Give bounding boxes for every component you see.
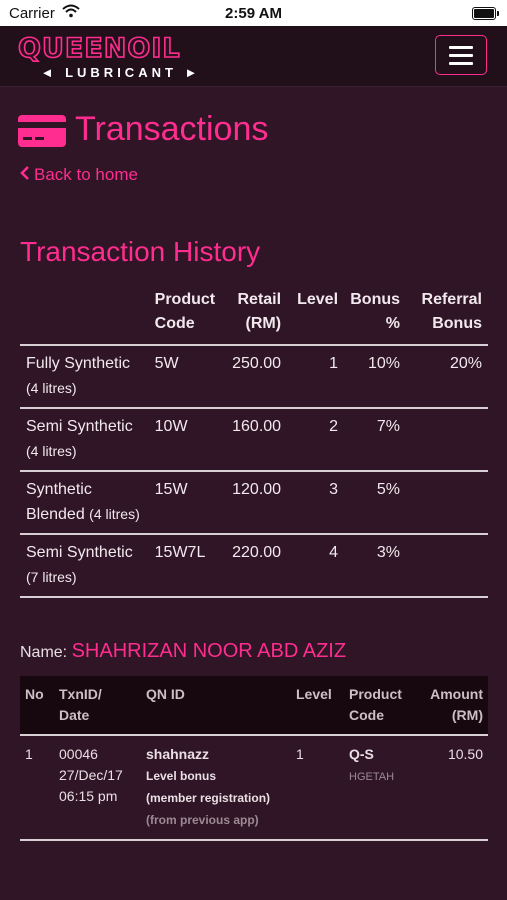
- product-code: 15W: [148, 471, 222, 535]
- product-name: Synthetic Blended (4 litres): [20, 471, 149, 535]
- retail-price: 220.00: [221, 534, 288, 598]
- chevron-left-icon: [20, 165, 30, 185]
- bonus: 5%: [344, 471, 407, 535]
- credit-card-icon: [18, 115, 66, 147]
- header-bonus: Bonus%: [344, 286, 407, 346]
- level: 1: [287, 345, 345, 409]
- status-bar: Carrier 2:59 AM: [0, 0, 507, 26]
- table-row: Semi Synthetic (7 litres) 15W7L 220.00 4 …: [20, 534, 488, 598]
- product-code: Q-S HGETAH: [344, 735, 416, 841]
- table-row: 1 00046 27/Dec/17 06:15 pm shahnazz Level b…: [20, 735, 488, 841]
- battery-icon: [472, 7, 499, 20]
- table-header-row: Product Code Retail (RM) Level Bonus% Refe…: [20, 286, 488, 346]
- member-name-value: SHAHRIZAN NOOR ABD AZIZ: [71, 640, 347, 662]
- menu-icon: [449, 54, 473, 57]
- menu-icon: [449, 46, 473, 49]
- transaction-history-table: Product Code Retail (RM) Level Bonus% Refe…: [20, 286, 488, 598]
- level: 2: [287, 408, 345, 472]
- header-product: [20, 286, 149, 346]
- level: 4: [287, 534, 345, 598]
- table-header-row: No TxnID/Date QN ID Level Product Code Am…: [20, 676, 488, 736]
- back-to-home-link[interactable]: Back to home: [20, 165, 138, 185]
- header-txn-id-date: TxnID/Date: [54, 676, 141, 736]
- referral-bonus: [406, 408, 488, 472]
- member-name-label: Name:: [20, 644, 68, 661]
- transaction-history-title: Transaction History: [20, 236, 261, 267]
- level: 3: [287, 471, 345, 535]
- header-product-code: Product Code: [344, 676, 416, 736]
- table-row: Semi Synthetic (4 litres) 10W 160.00 2 7%: [20, 408, 488, 472]
- retail-price: 120.00: [221, 471, 288, 535]
- member-transactions-table: No TxnID/Date QN ID Level Product Code Am…: [20, 676, 488, 841]
- header-amount: Amount (RM): [416, 676, 488, 736]
- product-name: Fully Synthetic (4 litres): [20, 345, 149, 409]
- menu-icon: [449, 62, 473, 65]
- product-code: 5W: [148, 345, 222, 409]
- header-retail: Retail (RM): [221, 286, 288, 346]
- referral-bonus: 20%: [406, 345, 488, 409]
- qn-id: shahnazz Level bonus (member registration)…: [141, 735, 291, 841]
- bonus: 10%: [344, 345, 407, 409]
- header-level: Level: [287, 286, 345, 346]
- product-code: 10W: [148, 408, 222, 472]
- clock: 2:59 AM: [225, 5, 282, 22]
- header-product-code: Product Code: [148, 286, 222, 346]
- header-no: No: [20, 676, 54, 736]
- referral-bonus: [406, 471, 488, 535]
- level: 1: [291, 735, 344, 841]
- page-title-text: Transactions: [75, 110, 269, 148]
- bonus: 3%: [344, 534, 407, 598]
- member-name-line: Name: SHAHRIZAN NOOR ABD AZIZ: [20, 640, 346, 663]
- logo-title[interactable]: QUEENOIL: [17, 32, 181, 65]
- header-level: Level: [291, 676, 344, 736]
- retail-price: 160.00: [221, 408, 288, 472]
- bonus: 7%: [344, 408, 407, 472]
- product-name: Semi Synthetic (7 litres): [20, 534, 149, 598]
- table-row: Fully Synthetic (4 litres) 5W 250.00 1 10…: [20, 345, 488, 409]
- header-qn-id: QN ID: [141, 676, 291, 736]
- amount: 10.50: [416, 735, 488, 841]
- retail-price: 250.00: [221, 345, 288, 409]
- product-name: Semi Synthetic (4 litres): [20, 408, 149, 472]
- row-number: 1: [20, 735, 54, 841]
- header-referral-bonus: Referral Bonus: [406, 286, 488, 346]
- logo-subtitle: ◄ LUBRICANT ►: [40, 65, 202, 80]
- navbar: QUEENOIL ◄ LUBRICANT ►: [0, 26, 507, 87]
- hamburger-menu-button[interactable]: [435, 35, 487, 75]
- txn-id-date: 00046 27/Dec/17 06:15 pm: [54, 735, 141, 841]
- back-link-label: Back to home: [34, 165, 138, 184]
- referral-bonus: [406, 534, 488, 598]
- table-row: Synthetic Blended (4 litres) 15W 120.00 …: [20, 471, 488, 535]
- product-code: 15W7L: [148, 534, 222, 598]
